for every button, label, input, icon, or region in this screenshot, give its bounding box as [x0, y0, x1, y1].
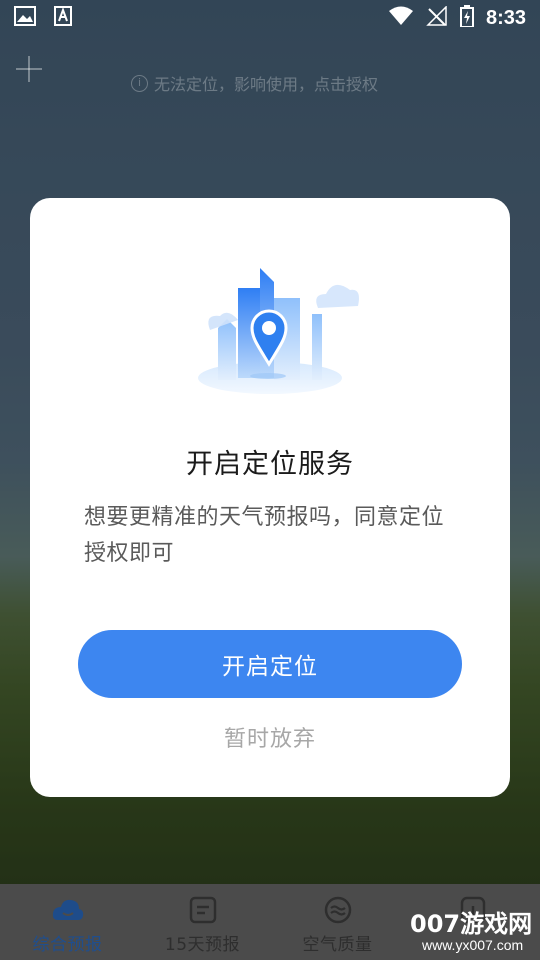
- skip-for-now-button[interactable]: 暂时放弃: [30, 722, 510, 758]
- nav-item-air-quality[interactable]: 空气质量: [270, 884, 405, 960]
- font-download-icon: [54, 6, 72, 30]
- location-permission-dialog: 开启定位服务 想要更精准的天气预报吗，同意定位授权即可 开启定位 暂时放弃: [30, 198, 510, 797]
- no-signal-icon: [426, 5, 448, 30]
- site-watermark: 007游戏网 www.yx007.com: [410, 904, 540, 960]
- calendar-list-icon: [189, 896, 216, 924]
- nav-label-overall-forecast: 综合预报: [32, 935, 103, 955]
- nav-item-overall-forecast[interactable]: 综合预报: [0, 884, 135, 960]
- plus-icon[interactable]: [16, 56, 42, 82]
- info-icon: i: [131, 74, 148, 92]
- location-city-illustration: [198, 268, 359, 394]
- status-right-icons: 8:33: [388, 5, 526, 31]
- location-permission-hint[interactable]: i 无法定位，影响使用，点击授权: [131, 72, 378, 94]
- status-bar: 8:33: [0, 0, 540, 36]
- dialog-description: 想要更精准的天气预报吗，同意定位授权即可: [84, 505, 445, 566]
- image-icon: [14, 6, 36, 30]
- nav-item-15-day-forecast[interactable]: 15天预报: [135, 884, 270, 960]
- nav-label-15-day-forecast: 15天预报: [164, 935, 241, 955]
- cloud-smile-icon: [52, 899, 83, 920]
- battery-charging-icon: [459, 5, 474, 31]
- watermark-main-text: 007游戏网: [410, 910, 533, 938]
- nav-label-air-quality: 空气质量: [302, 935, 373, 955]
- clock-time: 8:33: [485, 6, 526, 29]
- dialog-title: 开启定位服务: [186, 449, 354, 480]
- air-quality-icon: [324, 896, 351, 924]
- status-left-icons: [14, 6, 72, 30]
- wifi-icon: [388, 6, 414, 30]
- watermark-url-text: www.yx007.com: [422, 937, 524, 953]
- location-hint-text: 无法定位，影响使用，点击授权: [154, 75, 379, 94]
- enable-location-button[interactable]: 开启定位: [78, 630, 462, 698]
